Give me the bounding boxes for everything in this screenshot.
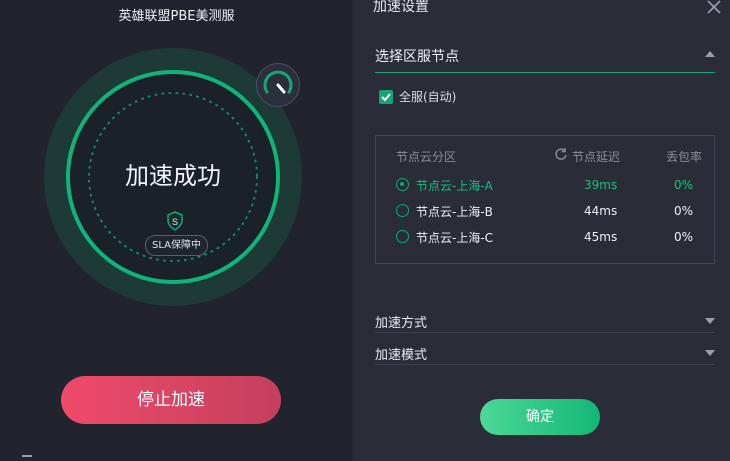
collapse-arrow-icon[interactable] xyxy=(705,51,715,57)
node-name: 节点云-上海-C xyxy=(416,231,494,245)
accel-method-label: 加速方式 xyxy=(375,316,428,331)
check-icon[interactable] xyxy=(379,89,393,104)
refresh-icon[interactable] xyxy=(554,147,568,161)
node-delay: 44ms xyxy=(584,204,618,218)
radio-selected[interactable] xyxy=(396,178,409,191)
close-icon[interactable] xyxy=(705,0,723,16)
chevron-down-icon[interactable] xyxy=(705,318,715,324)
node-delay: 39ms xyxy=(584,178,618,192)
game-title: 英雄联盟PBE美测服 xyxy=(118,9,235,24)
accel-method-dropdown[interactable]: 加速方式 xyxy=(375,306,715,333)
all-server-label: 全服(自动) xyxy=(399,90,457,104)
column-header-zone: 节点云分区 xyxy=(396,150,457,164)
node-loss: 0% xyxy=(674,178,694,192)
node-name: 节点云-上海-A xyxy=(416,179,493,193)
node-name: 节点云-上海-B xyxy=(416,205,493,219)
gauge-icon[interactable] xyxy=(256,63,300,107)
left-panel: 英雄联盟PBE美测服 加速成功 S SLA保障中 停止加速 xyxy=(0,0,353,461)
node-delay: 45ms xyxy=(584,230,618,244)
server-node-section-title[interactable]: 选择区服节点 xyxy=(375,46,459,66)
settings-panel: 加速设置 选择区服节点 全服(自动) 节点云分区 节点延迟 丢包率 节点云-上海… xyxy=(353,0,730,461)
node-row[interactable]: 节点云-上海-A 39ms 0% xyxy=(376,174,714,198)
node-row[interactable]: 节点云-上海-B 44ms 0% xyxy=(376,200,714,224)
column-header-loss: 丢包率 xyxy=(666,150,703,164)
accel-mode-label: 加速模式 xyxy=(375,348,428,363)
svg-text:S: S xyxy=(172,217,178,227)
radio-unselected[interactable] xyxy=(396,204,409,217)
node-loss: 0% xyxy=(674,204,694,218)
stop-acceleration-button[interactable]: 停止加速 xyxy=(61,376,281,424)
column-header-delay: 节点延迟 xyxy=(572,150,621,164)
all-server-checkbox-row[interactable]: 全服(自动) xyxy=(379,88,456,105)
corner-mark xyxy=(22,455,32,461)
radio-unselected[interactable] xyxy=(396,230,409,243)
node-loss: 0% xyxy=(674,230,694,244)
accel-mode-dropdown[interactable]: 加速模式 xyxy=(375,338,715,365)
node-row[interactable]: 节点云-上海-C 45ms 0% xyxy=(376,226,714,250)
status-text: 加速成功 xyxy=(125,162,221,190)
node-table: 节点云分区 节点延迟 丢包率 节点云-上海-A 39ms 0% 节点云-上海-B… xyxy=(375,135,715,264)
chevron-down-icon[interactable] xyxy=(705,350,715,356)
panel-title: 加速设置 xyxy=(373,0,429,15)
sla-status-badge: SLA保障中 xyxy=(145,235,208,256)
section-divider xyxy=(375,72,715,73)
confirm-button[interactable]: 确定 xyxy=(480,399,600,435)
shield-icon: S xyxy=(167,211,183,231)
